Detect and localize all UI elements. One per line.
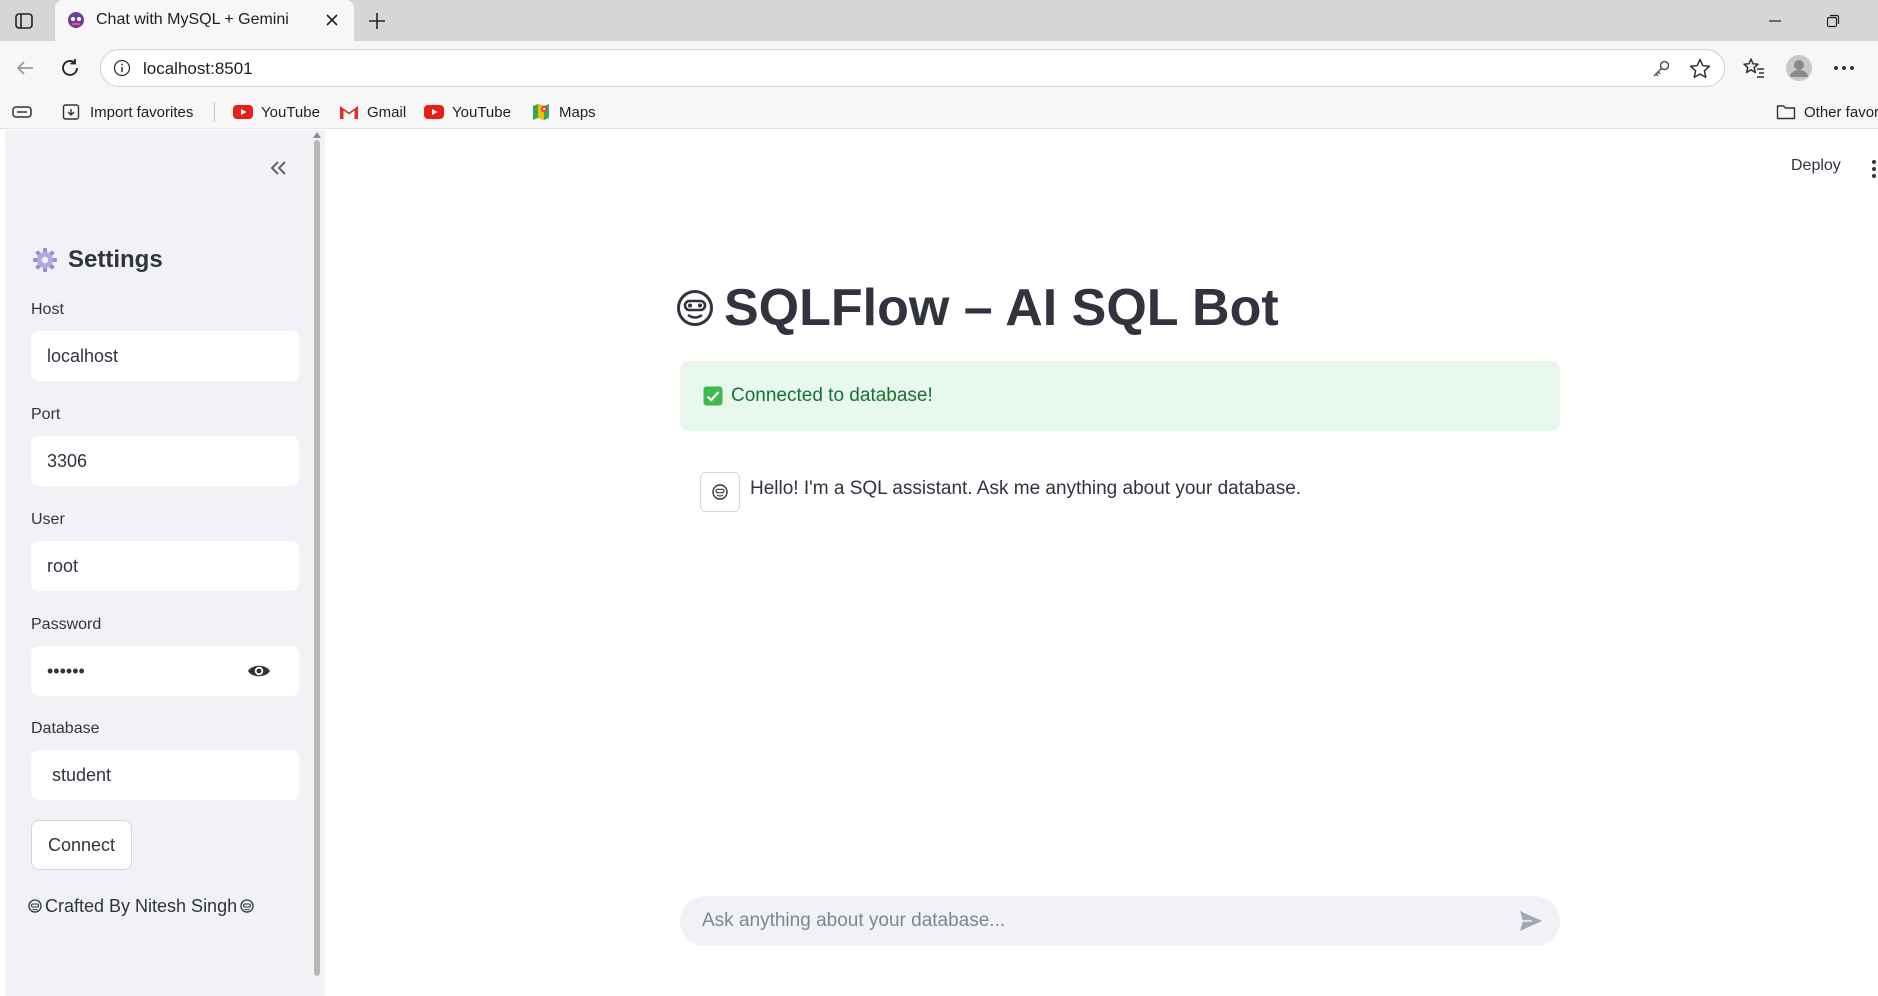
info-icon[interactable] (113, 59, 131, 77)
main-area (326, 130, 1878, 996)
deploy-button[interactable]: Deploy (1791, 157, 1841, 175)
url-text: localhost:8501 (143, 59, 253, 78)
bookmark-import-favorites[interactable]: Import favorites (62, 101, 193, 123)
bookmark-label: Import favorites (90, 103, 194, 121)
main-menu-icon[interactable] (1870, 158, 1878, 180)
bot-face-icon (712, 484, 728, 500)
new-tab-icon[interactable] (364, 8, 390, 34)
scroll-up-arrow-icon[interactable] (313, 132, 321, 138)
key-icon[interactable] (1650, 58, 1672, 80)
collapse-sidebar-icon[interactable] (266, 155, 292, 181)
bookmark-label: Maps (559, 103, 596, 121)
user-input[interactable] (31, 541, 299, 591)
port-input[interactable] (31, 436, 299, 486)
host-input[interactable] (31, 331, 299, 381)
favorite-star-icon[interactable] (1688, 57, 1712, 81)
profile-avatar[interactable] (1785, 54, 1813, 82)
sidebar-header: Settings (32, 243, 163, 277)
refresh-icon[interactable] (56, 54, 84, 82)
tab-title: Chat with MySQL + Gemini (96, 11, 289, 28)
check-icon (703, 386, 723, 406)
favorites-icon[interactable] (1740, 54, 1768, 82)
close-icon[interactable] (322, 10, 342, 30)
send-icon[interactable] (1518, 909, 1544, 933)
database-input[interactable] (31, 750, 299, 800)
assistant-avatar (700, 472, 740, 512)
bot-face-icon (28, 899, 42, 913)
port-field[interactable] (31, 436, 299, 486)
streamlit-favicon-icon (68, 12, 84, 28)
sidebar-scrollbar[interactable] (314, 140, 320, 976)
success-alert: Connected to database! (680, 361, 1560, 431)
gmail-icon (340, 106, 358, 119)
minimize-icon[interactable] (1762, 8, 1788, 34)
sidebar-title: Settings (68, 246, 163, 273)
back-icon[interactable] (11, 54, 39, 82)
eye-icon[interactable] (247, 661, 271, 681)
browser-tab[interactable]: Chat with MySQL + Gemini (55, 0, 354, 41)
tab-actions-icon[interactable] (12, 9, 36, 33)
import-favorites-icon (62, 104, 80, 120)
folder-icon (1776, 105, 1796, 120)
alert-text: Connected to database! (731, 385, 933, 406)
credit-line: Crafted By Nitesh Singh (28, 893, 254, 919)
restore-icon[interactable] (1820, 8, 1846, 34)
bookmark-label: YouTube (452, 103, 511, 121)
credit-text: Crafted By Nitesh Singh (45, 895, 238, 916)
bookmarks-bar: Import favorites YouTube Gmail YouTube M… (0, 94, 1878, 129)
bookmark-label: Other favor (1804, 103, 1878, 121)
user-label: User (31, 511, 65, 528)
browser-tab-bar: Chat with MySQL + Gemini (0, 0, 1878, 41)
bot-face-icon (677, 290, 713, 326)
youtube-icon (233, 105, 253, 119)
more-menu-icon[interactable] (1830, 54, 1858, 82)
connect-button[interactable]: Connect (31, 820, 132, 870)
password-field[interactable] (31, 646, 299, 696)
page-title-text: SQLFlow – AI SQL Bot (724, 279, 1279, 337)
maps-icon (533, 104, 549, 120)
chat-input-box[interactable] (680, 896, 1560, 946)
address-bar[interactable]: localhost:8501 (100, 49, 1725, 87)
bookmark-youtube-2[interactable]: YouTube (424, 101, 511, 123)
bookmarks-app-icon[interactable] (12, 101, 40, 123)
user-field[interactable] (31, 541, 299, 591)
bookmark-gmail[interactable]: Gmail (339, 101, 406, 123)
port-label: Port (31, 406, 61, 423)
browser-toolbar: localhost:8501 (0, 41, 1878, 94)
chat-input[interactable] (680, 896, 1500, 946)
database-field[interactable] (31, 750, 299, 800)
bookmark-label: YouTube (261, 103, 320, 121)
database-label: Database (31, 720, 100, 737)
youtube-icon (424, 105, 444, 119)
bot-face-icon (240, 899, 254, 913)
gear-icon (33, 248, 57, 272)
page-title: SQLFlow – AI SQL Bot (676, 277, 1279, 339)
password-label: Password (31, 616, 102, 633)
bookmark-maps[interactable]: Maps (531, 101, 596, 123)
bookmark-youtube[interactable]: YouTube (233, 101, 320, 123)
host-field[interactable] (31, 331, 299, 381)
bookmark-divider (214, 102, 215, 122)
host-label: Host (31, 301, 64, 318)
assistant-message: Hello! I'm a SQL assistant. Ask me anyth… (750, 478, 1302, 499)
bookmark-label: Gmail (367, 103, 407, 121)
bookmark-other-favorites[interactable]: Other favor (1776, 101, 1878, 123)
